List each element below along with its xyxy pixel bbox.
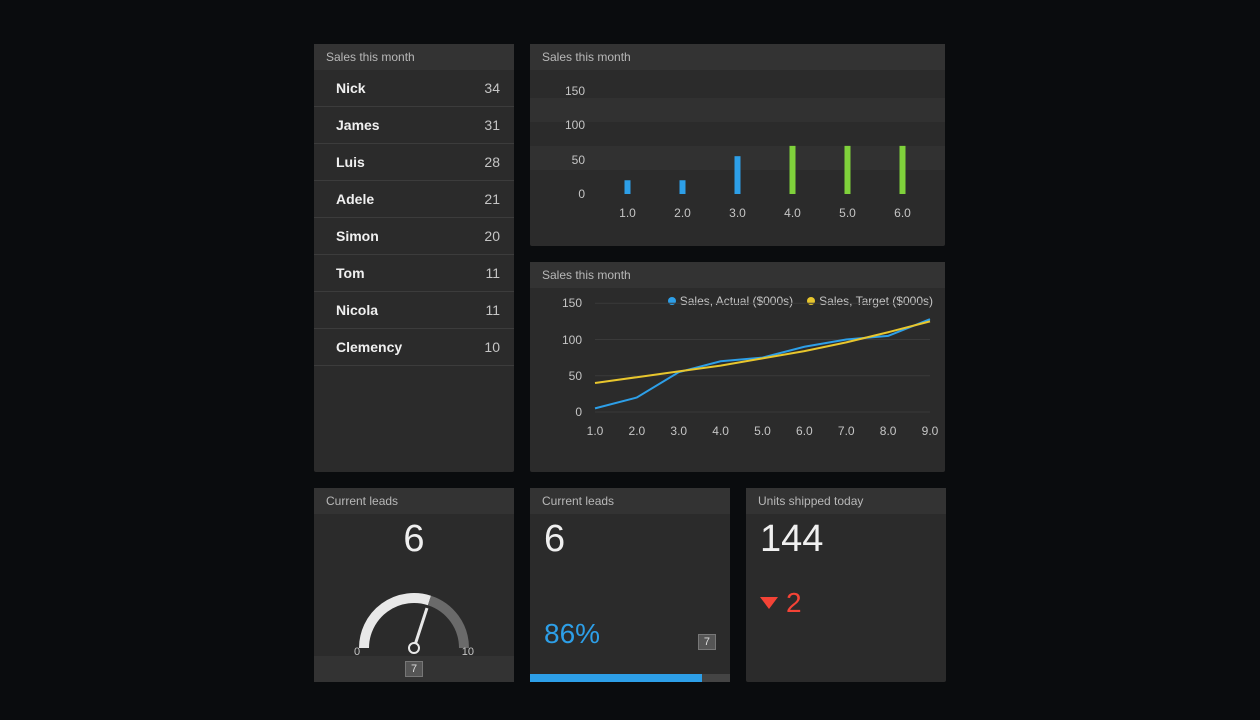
- badge-value: 7: [405, 661, 423, 677]
- leads-percent: 86%: [544, 618, 600, 650]
- list-item-value: 10: [484, 339, 500, 355]
- list-item: Clemency 10: [314, 329, 514, 366]
- list-item-name: Simon: [336, 228, 379, 244]
- x-tick: 2.0: [668, 206, 698, 220]
- x-tick: 6.0: [789, 424, 819, 438]
- x-tick: 9.0: [915, 424, 945, 438]
- card-title: Current leads: [314, 488, 514, 514]
- list-item: Simon 20: [314, 218, 514, 255]
- x-tick: 1.0: [613, 206, 643, 220]
- down-arrow-icon: [760, 597, 778, 609]
- list-item-name: Adele: [336, 191, 374, 207]
- list-item: Tom 11: [314, 255, 514, 292]
- list-item: Luis 28: [314, 144, 514, 181]
- x-tick: 6.0: [888, 206, 918, 220]
- units-delta: 2: [746, 565, 946, 619]
- x-tick: 8.0: [873, 424, 903, 438]
- card-title: Current leads: [530, 488, 730, 514]
- card-title: Units shipped today: [746, 488, 946, 514]
- list-item-name: Clemency: [336, 339, 402, 355]
- list-item: Adele 21: [314, 181, 514, 218]
- gauge-value: 6: [314, 518, 514, 561]
- list-item-name: Luis: [336, 154, 365, 170]
- list-item: James 31: [314, 107, 514, 144]
- list-item-value: 11: [485, 302, 500, 318]
- x-tick: 4.0: [778, 206, 808, 220]
- card-title: Sales this month: [314, 44, 514, 70]
- x-tick: 3.0: [723, 206, 753, 220]
- progress-bar: [530, 674, 730, 682]
- x-tick: 1.0: [580, 424, 610, 438]
- list-item-name: Nicola: [336, 302, 378, 318]
- list-item-value: 28: [484, 154, 500, 170]
- x-tick: 3.0: [664, 424, 694, 438]
- list-item-name: Tom: [336, 265, 365, 281]
- list-item-value: 21: [484, 191, 500, 207]
- x-tick: 5.0: [748, 424, 778, 438]
- x-tick: 2.0: [622, 424, 652, 438]
- x-tick: 5.0: [833, 206, 863, 220]
- card-footer: 7: [314, 656, 514, 682]
- card-sales-list: Sales this month Nick 34 James 31 Luis 28 Adel…: [314, 44, 514, 472]
- list-item-value: 11: [485, 265, 500, 281]
- list-item-value: 31: [484, 117, 500, 133]
- x-tick: 7.0: [831, 424, 861, 438]
- leads-value: 6: [530, 514, 730, 565]
- badge-value: 7: [698, 634, 716, 650]
- list-item-name: James: [336, 117, 380, 133]
- list-item-value: 20: [484, 228, 500, 244]
- units-value: 144: [746, 514, 946, 565]
- delta-value: 2: [786, 587, 802, 619]
- card-sales-bar: Sales this month 050100150 1.02.03.04.05…: [530, 44, 945, 246]
- list-item-name: Nick: [336, 80, 366, 96]
- list-item-value: 34: [484, 80, 500, 96]
- x-tick: 4.0: [706, 424, 736, 438]
- list-item: Nicola 11: [314, 292, 514, 329]
- card-sales-line: Sales this month Sales, Actual ($000s) S…: [530, 262, 945, 472]
- card-leads-gauge: Current leads 6 0 10 7: [314, 488, 514, 682]
- card-units-shipped: Units shipped today 144 2: [746, 488, 946, 682]
- list-item: Nick 34: [314, 70, 514, 107]
- card-leads-percent: Current leads 6 86% 7: [530, 488, 730, 682]
